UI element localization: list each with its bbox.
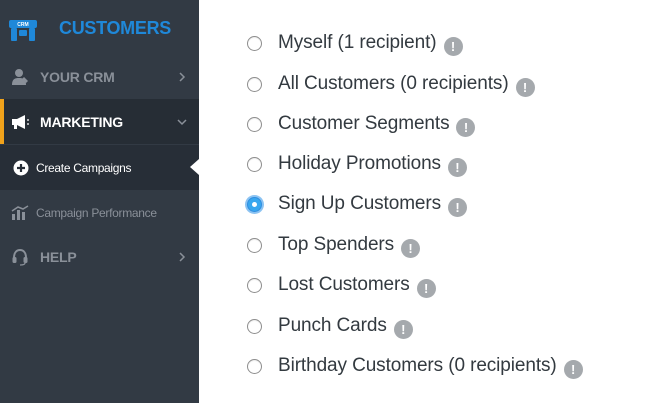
recipient-option-customer-segments[interactable]: Customer Segments ! xyxy=(247,111,476,137)
info-icon[interactable]: ! xyxy=(563,359,583,379)
option-label: Lost Customers xyxy=(278,274,410,295)
info-icon[interactable]: ! xyxy=(443,36,463,56)
recipient-options: Myself (1 recipient) ! All Customers (0 … xyxy=(199,0,667,403)
info-icon[interactable]: ! xyxy=(456,117,476,137)
sidebar-item-label: Create Campaigns xyxy=(36,160,132,175)
info-icon[interactable]: ! xyxy=(448,197,468,217)
option-label: All Customers (0 recipients) xyxy=(278,73,509,94)
radio-button[interactable] xyxy=(247,156,262,172)
recipient-option-holiday-promotions[interactable]: Holiday Promotions ! xyxy=(247,151,467,177)
sidebar-item-label: HELP xyxy=(40,249,77,265)
chevron-down-icon xyxy=(177,118,187,125)
chevron-right-icon xyxy=(179,72,186,82)
active-pointer xyxy=(190,159,199,175)
radio-button[interactable] xyxy=(247,116,262,132)
sidebar-item-marketing[interactable]: MARKETING xyxy=(0,99,199,144)
sidebar-item-create-campaigns[interactable]: Create Campaigns xyxy=(0,145,199,190)
recipient-option-lost-customers[interactable]: Lost Customers ! xyxy=(247,272,436,298)
radio-button[interactable] xyxy=(247,358,262,374)
sidebar-item-label: YOUR CRM xyxy=(40,69,115,85)
info-icon[interactable]: ! xyxy=(447,157,467,177)
option-label: Holiday Promotions xyxy=(278,153,441,174)
recipient-option-sign-up-customers[interactable]: Sign Up Customers ! xyxy=(247,191,468,217)
info-icon[interactable]: ! xyxy=(401,238,421,258)
brand-title: CUSTOMERS xyxy=(59,18,171,38)
recipient-option-all-customers[interactable]: All Customers (0 recipients) ! xyxy=(247,71,535,97)
sidebar-item-label: Campaign Performance xyxy=(36,205,157,220)
info-icon[interactable]: ! xyxy=(393,319,413,339)
megaphone-icon xyxy=(10,113,30,131)
radio-button[interactable] xyxy=(247,76,262,92)
chevron-right-icon xyxy=(179,252,186,262)
option-label: Sign Up Customers xyxy=(278,193,442,214)
recipient-option-birthday-customers[interactable]: Birthday Customers (0 recipients) ! xyxy=(247,353,583,379)
option-label: Myself (1 recipient) xyxy=(278,32,437,53)
sidebar-item-your-crm[interactable]: YOUR CRM xyxy=(0,56,199,98)
option-label: Top Spenders xyxy=(278,234,395,255)
user-icon xyxy=(10,68,30,86)
headset-icon xyxy=(10,248,30,266)
radio-button[interactable] xyxy=(247,277,262,293)
option-label: Punch Cards xyxy=(278,315,387,336)
radio-button[interactable] xyxy=(247,318,262,334)
info-icon[interactable]: ! xyxy=(416,278,436,298)
radio-button-selected[interactable] xyxy=(247,196,262,212)
sidebar-item-help[interactable]: HELP xyxy=(0,236,199,278)
sidebar-item-campaign-performance[interactable]: Campaign Performance xyxy=(0,190,199,235)
option-label: Birthday Customers (0 recipients) xyxy=(278,355,557,376)
recipient-option-myself[interactable]: Myself (1 recipient) ! xyxy=(247,30,463,56)
customers-logo-icon: CRM xyxy=(9,20,37,41)
sidebar-item-label: MARKETING xyxy=(40,113,123,130)
chart-icon xyxy=(10,204,30,222)
radio-button[interactable] xyxy=(247,237,262,253)
brand-header: CRM CUSTOMERS xyxy=(0,0,199,56)
recipient-option-top-spenders[interactable]: Top Spenders ! xyxy=(247,232,421,258)
recipient-option-punch-cards[interactable]: Punch Cards ! xyxy=(247,313,413,339)
info-icon[interactable]: ! xyxy=(515,77,535,97)
plus-circle-icon xyxy=(11,159,31,177)
option-label: Customer Segments xyxy=(278,113,450,134)
svg-text:CRM: CRM xyxy=(17,22,28,28)
radio-button[interactable] xyxy=(247,35,262,51)
sidebar: CRM CUSTOMERS YOUR CRM MARKETING Create … xyxy=(0,0,199,403)
